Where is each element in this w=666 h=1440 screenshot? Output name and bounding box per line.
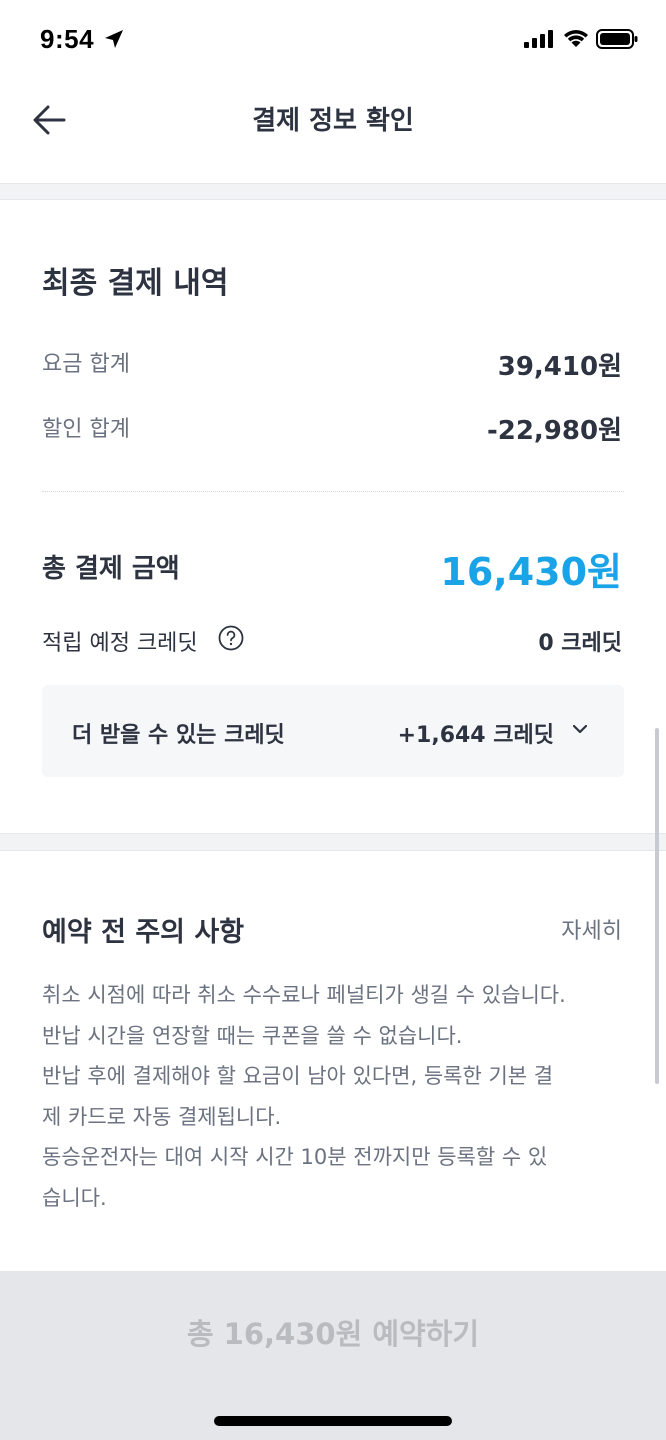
discount-total-value: -22,980원 — [486, 416, 622, 446]
notice-line: 동승운전자는 대여 시작 시간 10분 전까지만 등록할 수 있 — [42, 1145, 548, 1169]
reserve-button[interactable]: 총 16,430원 예약하기 — [0, 1271, 666, 1440]
divider — [0, 850, 666, 851]
status-time: 9:54 — [40, 24, 95, 54]
battery-icon — [596, 29, 638, 49]
more-credit-value: +1,644 크레딧 — [397, 723, 554, 748]
notice-line: 습니다. — [42, 1185, 107, 1210]
notice-line: 제 카드로 자동 결제됩니다. — [42, 1104, 282, 1129]
dotted-divider — [42, 491, 624, 492]
wifi-icon — [564, 30, 588, 47]
header: 결제 정보 확인 — [0, 80, 666, 184]
payment-confirm-screen: 9:54 결제 정보 확인 최종 결제 내역 요금 합계 39,410원 할인 … — [0, 0, 666, 1440]
payment-section-title: 최종 결제 내역 — [42, 266, 229, 301]
notice-line: 반납 후에 결제해야 할 요금이 남아 있다면, 등록한 기본 결 — [42, 1064, 554, 1088]
page-title: 결제 정보 확인 — [252, 106, 414, 136]
location-arrow-icon — [105, 30, 123, 48]
reserve-button-label: 총 16,430원 예약하기 — [186, 1317, 480, 1351]
section-gap — [0, 184, 666, 199]
section-gap — [0, 834, 666, 850]
more-credit-label: 더 받을 수 있는 크레딧 — [72, 723, 285, 748]
status-bar: 9:54 — [0, 0, 666, 80]
fee-total-value: 39,410원 — [497, 352, 622, 382]
discount-total-label: 할인 합계 — [42, 417, 130, 442]
notice-title: 예약 전 주의 사항 — [42, 917, 245, 948]
grand-total-label: 총 결제 금액 — [42, 554, 180, 584]
question-circle-icon[interactable] — [218, 625, 244, 651]
accrual-credit-value: 0 크레딧 — [538, 631, 622, 656]
grand-total-value: 16,430원 — [440, 550, 622, 594]
scrollbar[interactable] — [655, 728, 659, 1084]
notice-line: 취소 시점에 따라 취소 수수료나 페널티가 생길 수 있습니다. — [42, 983, 566, 1007]
more-credit-toggle[interactable]: 더 받을 수 있는 크레딧 +1,644 크레딧 — [42, 685, 624, 777]
notice-line: 반납 시간을 연장할 때는 쿠폰을 쓸 수 없습니다. — [42, 1023, 463, 1048]
signal-icon — [524, 30, 553, 48]
detail-link[interactable]: 자세히 — [561, 913, 622, 945]
divider — [0, 199, 666, 200]
home-indicator[interactable] — [214, 1416, 452, 1426]
notice-body: 취소 시점에 따라 취소 수수료나 페널티가 생길 수 있습니다. 반납 시간을… — [42, 975, 632, 1218]
fee-total-label: 요금 합계 — [42, 352, 130, 377]
accrual-credit-label: 적립 예정 크레딧 — [42, 631, 198, 656]
chevron-down-icon — [572, 724, 588, 734]
